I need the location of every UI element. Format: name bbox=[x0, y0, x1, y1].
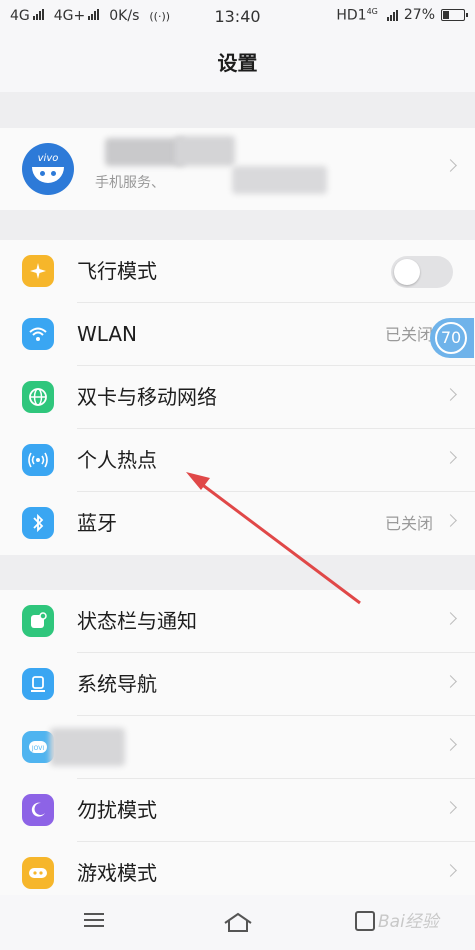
annotation-arrow bbox=[186, 472, 361, 605]
watermark: Bai经验 bbox=[378, 912, 439, 932]
back-icon[interactable] bbox=[355, 911, 375, 931]
home-icon[interactable] bbox=[223, 911, 253, 933]
navigation-bar: Bai经验 bbox=[0, 895, 475, 950]
menu-icon[interactable] bbox=[84, 913, 104, 927]
